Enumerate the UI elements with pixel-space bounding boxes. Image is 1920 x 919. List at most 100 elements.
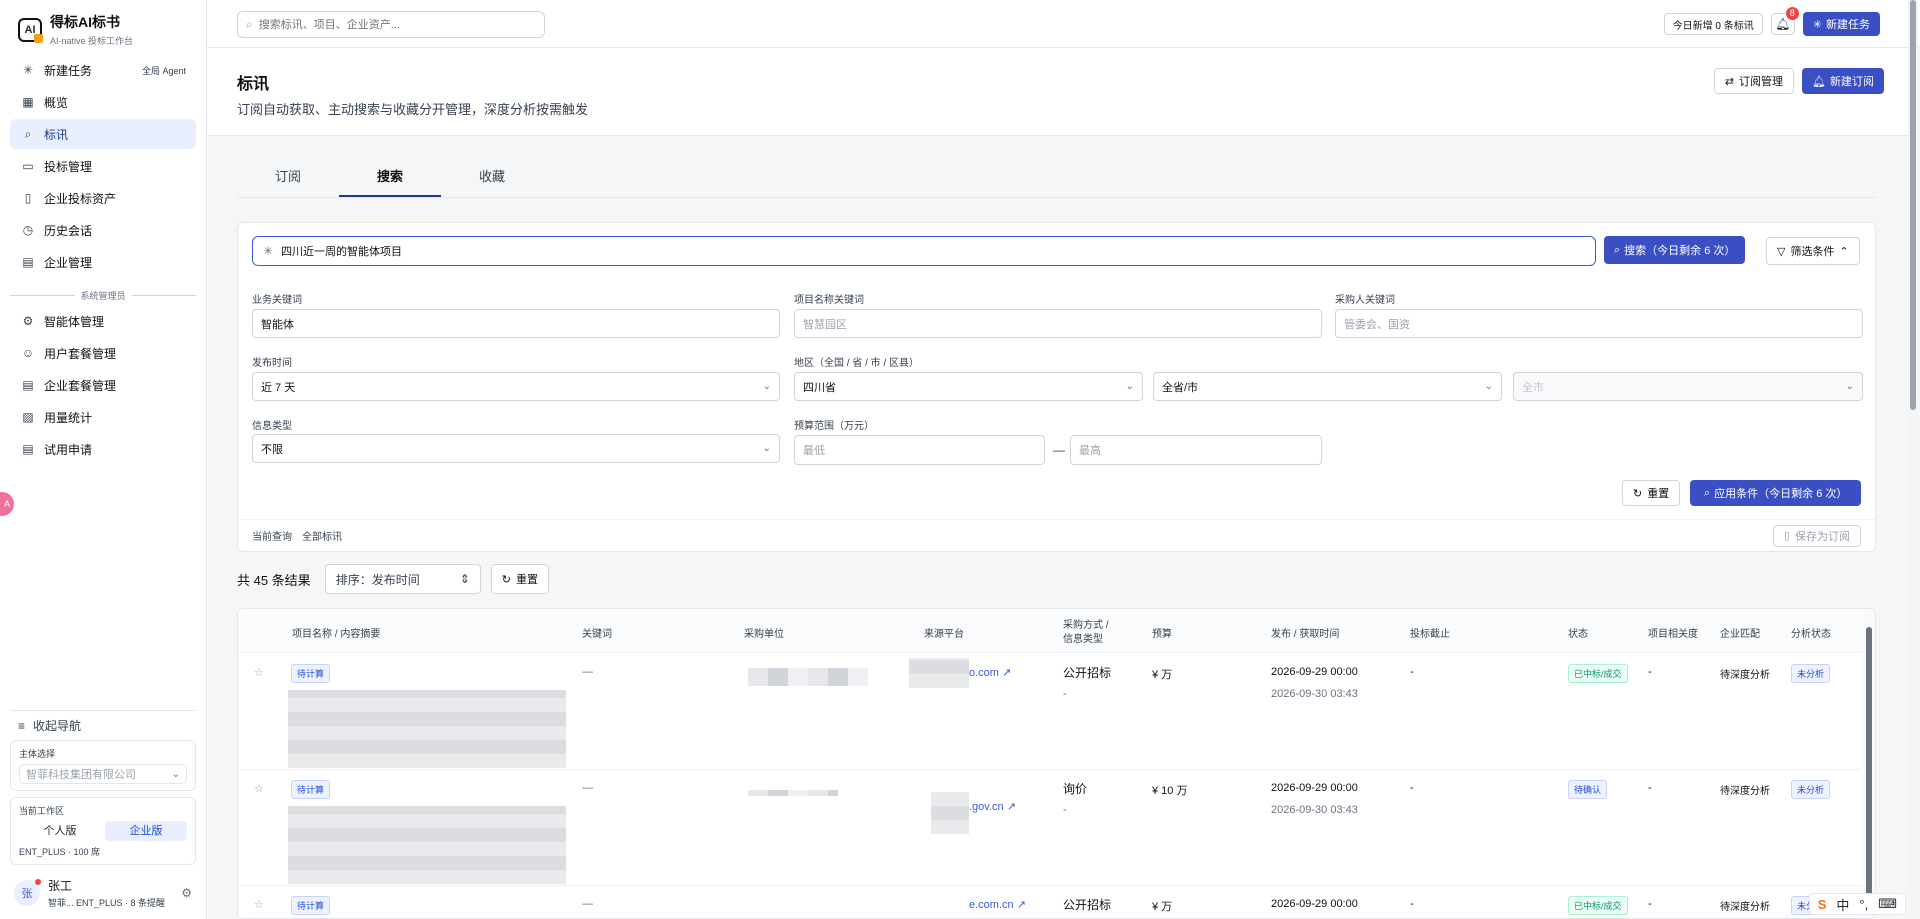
ai-query-field[interactable]: ✳ <box>252 236 1596 266</box>
collapse-nav-button[interactable]: ≡ 收起导航 <box>10 710 196 740</box>
ime-logo-icon[interactable]: S <box>1818 897 1827 912</box>
star-icon[interactable]: ☆ <box>254 782 264 795</box>
keyboard-icon[interactable]: ⌨ <box>1878 896 1897 912</box>
settings-icon[interactable]: ⚙ <box>181 886 192 900</box>
province-select[interactable]: 四川省 ⌄ <box>794 372 1143 401</box>
keyword-cell: — <box>582 898 593 910</box>
filter-toggle-button[interactable]: ▽ 筛选条件 ⌃ <box>1766 237 1860 265</box>
subject-value: 智菲科技集团有限公司 <box>26 769 136 781</box>
reset-results-button[interactable]: ↻ 重置 <box>490 564 549 594</box>
menu-icon: ≡ <box>18 718 26 733</box>
filter-icon: ▽ <box>1777 245 1786 258</box>
new-task-button[interactable]: ✳ 新建任务 <box>1802 12 1880 36</box>
reset-filters-button[interactable]: ↻ 重置 <box>1622 480 1681 506</box>
info-type-select[interactable]: 不限 ⌄ <box>252 434 780 463</box>
chevron-down-icon: ⌄ <box>1125 381 1134 392</box>
subscription-manage-button[interactable]: ⇄ 订阅管理 <box>1713 68 1795 94</box>
ime-punct-icon[interactable]: °, <box>1859 897 1868 912</box>
col-relevance: 项目相关度 <box>1648 629 1698 640</box>
tab-search[interactable]: 搜索 <box>339 158 441 197</box>
sort-value: 排序：发布时间 <box>335 572 420 587</box>
workspace-personal-button[interactable]: 个人版 <box>19 821 101 841</box>
sort-select[interactable]: 排序：发布时间 ⇕ <box>324 564 481 594</box>
star-icon[interactable]: ☆ <box>254 666 264 679</box>
apply-filters-button[interactable]: ⌕ 应用条件（今日剩余 6 次） <box>1690 480 1862 506</box>
city-select[interactable]: 全省/市 ⌄ <box>1153 372 1502 401</box>
biz-keyword-field[interactable]: 智能体 <box>252 309 780 338</box>
col-keyword: 关键词 <box>582 629 612 640</box>
book-icon: ▯ <box>24 191 32 205</box>
publish-time-select[interactable]: 近 7 天 ⌄ <box>252 372 780 401</box>
page-header: 标讯 订阅自动获取、主动搜索与收藏分开管理，深度分析按需触发 ⇄ 订阅管理 🔔︎ 新… <box>207 48 1908 136</box>
table-row[interactable]: ☆ 待计算 — e.com.cn ↗ 公开招标 ¥ 万 2026-09-29 0… <box>238 886 1861 918</box>
page-scrollbar[interactable] <box>1908 0 1918 919</box>
new-subscription-button[interactable]: 🔔︎ 新建订阅 <box>1802 68 1884 94</box>
sidebar-item-history[interactable]: ◷ 历史会话 <box>10 215 196 245</box>
source-text: o.com <box>969 667 999 679</box>
sidebar-item-enterprise-plans[interactable]: ▤ 企业套餐管理 <box>10 370 196 400</box>
analysis-badge[interactable]: 未分析 <box>1791 664 1831 683</box>
fetch-time-cell: 2026-09-30 03:43 <box>1271 804 1358 816</box>
sidebar-item-enterprise-assets[interactable]: ▯ 企业投标资产 <box>10 183 196 213</box>
notification-button[interactable]: 🔔︎ 8 <box>1770 7 1799 35</box>
redacted-source <box>931 792 969 834</box>
sidebar-item-trial[interactable]: ▤ 试用申请 <box>10 434 196 464</box>
biz-keyword-label: 业务关键词 <box>252 295 302 306</box>
budget-min-field[interactable]: 最低 <box>794 435 1045 465</box>
tab-favorites[interactable]: 收藏 <box>441 158 543 197</box>
save-subscription-button[interactable]: ▯ 保存为订阅 <box>1772 524 1861 547</box>
sidebar-bottom: ≡ 收起导航 主体选择 智菲科技集团有限公司 ⌄ 当前工作区 个人版 企业版 ENT… <box>10 710 196 919</box>
page-scrollbar-thumb[interactable] <box>1910 0 1916 410</box>
sidebar-item-overview[interactable]: ▦ 概览 <box>10 87 196 117</box>
new-subscription-label: 新建订阅 <box>1830 76 1874 88</box>
app-logo[interactable]: AI 得标AI标书 AI-native 投标工作台 <box>18 12 133 47</box>
fetch-time-cell: 2026-09-30 03:43 <box>1271 688 1358 700</box>
project-keyword-field[interactable]: 智慧园区 <box>794 309 1322 338</box>
source-link[interactable]: o.com ↗ <box>969 666 1011 679</box>
calc-tag: 待计算 <box>291 896 331 915</box>
search-button[interactable]: ⌕ 搜索（今日剩余 6 次） <box>1604 236 1746 264</box>
district-select[interactable]: 全市 ⌄ <box>1513 372 1863 401</box>
deadline-cell: - <box>1410 898 1414 910</box>
sidebar-item-enterprise-management[interactable]: ▤ 企业管理 <box>10 247 196 277</box>
sidebar-item-bid-management[interactable]: ▭ 投标管理 <box>10 151 196 181</box>
source-link[interactable]: e.com.cn ↗ <box>969 898 1026 911</box>
buyer-keyword-field[interactable]: 管委会、国资 <box>1335 309 1863 338</box>
deadline-cell: - <box>1410 782 1414 794</box>
today-new-count[interactable]: 今日新增 0 条标讯 <box>1663 13 1763 35</box>
sidebar-item-label: 概览 <box>44 95 69 110</box>
tab-subscriptions[interactable]: 订阅 <box>237 158 339 197</box>
ime-mode[interactable]: 中 <box>1836 895 1849 914</box>
star-icon[interactable]: ☆ <box>254 898 264 911</box>
sidebar-item-user-plans[interactable]: ☺ 用户套餐管理 <box>10 338 196 368</box>
table-scrollbar[interactable] <box>1863 609 1875 918</box>
source-link[interactable]: .gov.cn ↗ <box>969 800 1016 813</box>
global-search-input[interactable] <box>258 18 536 31</box>
match-cell: 待深度分析 <box>1720 786 1770 797</box>
redacted-buyer <box>748 668 868 686</box>
budget-max-field[interactable]: 最高 <box>1070 435 1322 465</box>
source-text: e.com.cn <box>969 899 1014 911</box>
table-row[interactable]: ☆ 待计算 — .gov.cn ↗ 询价 - ¥ 10 万 2026-09-29… <box>238 770 1861 886</box>
search-icon: ⌕ <box>1704 486 1711 499</box>
sidebar-item-tenders[interactable]: ⌕ 标讯 <box>10 119 196 149</box>
global-search[interactable]: ⌕ <box>237 11 545 38</box>
sidebar-item-new-task[interactable]: ✳ 新建任务 全局 Agent <box>10 55 196 85</box>
sidebar-item-usage[interactable]: ▨ 用量统计 <box>10 402 196 432</box>
redacted-source <box>909 658 969 688</box>
bookmark-icon: ▯ <box>1783 530 1790 542</box>
analysis-badge[interactable]: 未分析 <box>1791 780 1831 799</box>
user-profile[interactable]: 张 张工 智菲... ENT_PLUS · 8 条提醒 ⚙ <box>10 871 196 919</box>
ai-query-input[interactable] <box>281 245 1585 257</box>
external-link-icon: ↗ <box>1003 801 1016 813</box>
sidebar-item-agent-management[interactable]: ⚙ 智能体管理 <box>10 306 196 336</box>
table-row[interactable]: ☆ 待计算 — o.com ↗ 公开招标 - ¥ 万 2026-09-29 00… <box>238 654 1861 770</box>
reset-filters-label: 重置 <box>1647 488 1670 500</box>
table-scrollbar-thumb[interactable] <box>1866 627 1872 908</box>
sidebar-item-label: 用量统计 <box>44 410 93 425</box>
app-subtitle: AI-native 投标工作台 <box>50 36 134 46</box>
sidebar-item-label: 标讯 <box>44 127 69 142</box>
workspace-enterprise-button[interactable]: 企业版 <box>105 821 187 841</box>
page-title: 标讯 <box>237 76 270 93</box>
subject-select[interactable]: 智菲科技集团有限公司 ⌄ <box>19 764 187 784</box>
